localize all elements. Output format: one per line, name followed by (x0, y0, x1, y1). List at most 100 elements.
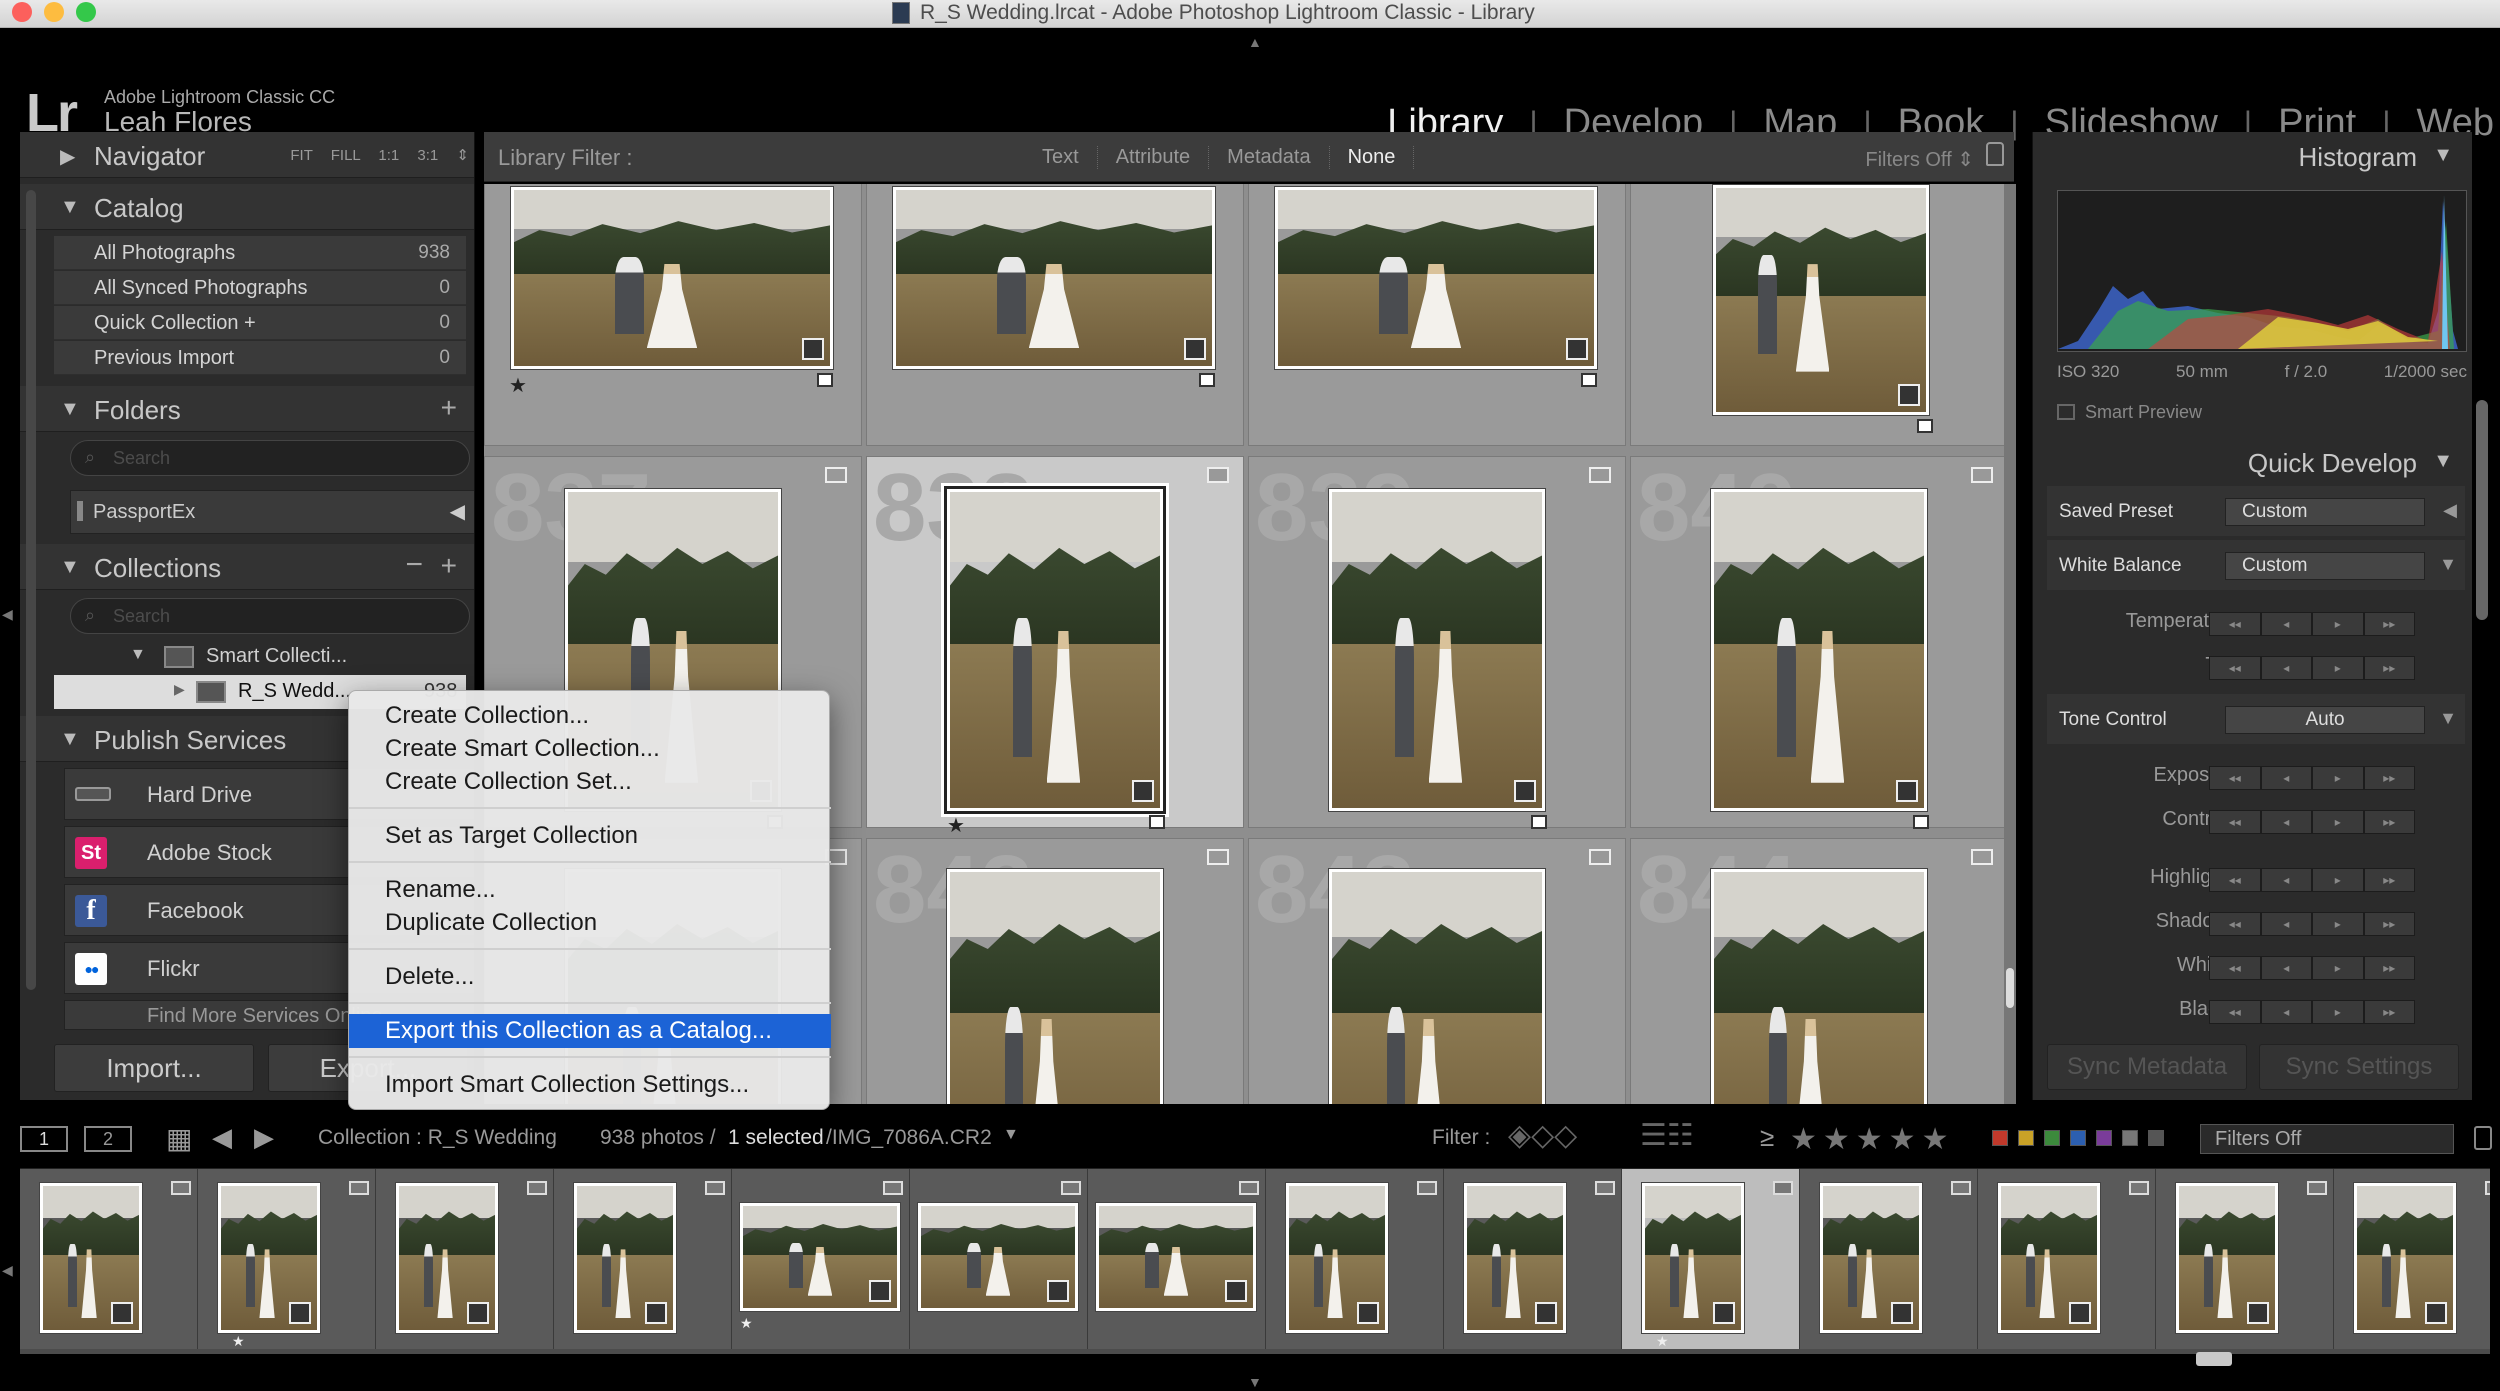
adjustment-step-button[interactable]: ◂◂ (2209, 868, 2261, 892)
adjustment-step-button[interactable]: ▸▸ (2363, 766, 2415, 790)
quick-collection-badge-icon[interactable] (527, 1181, 547, 1195)
add-folder-icon[interactable]: + (441, 392, 457, 424)
adjustment-step-button[interactable]: ◂◂ (2209, 656, 2261, 680)
filter-metadata-tab[interactable]: Metadata (1209, 146, 1330, 169)
context-menu-item[interactable]: Duplicate Collection (349, 906, 831, 940)
smart-preview-checkbox[interactable] (2057, 404, 2075, 420)
develop-edit-icon[interactable] (289, 1302, 311, 1324)
star-rating-icon[interactable]: ★ (232, 1333, 245, 1350)
quick-collection-badge-icon[interactable] (1595, 1181, 1615, 1195)
filmstrip-scroll-thumb[interactable] (2196, 1352, 2232, 1366)
photo-thumbnail[interactable] (947, 869, 1163, 1104)
develop-edit-icon[interactable] (1047, 1280, 1069, 1302)
grid-cell[interactable]: 840 (1630, 454, 2008, 829)
quick-collection-marker-icon[interactable] (1917, 419, 1933, 433)
quick-collection-badge-icon[interactable] (1971, 849, 1993, 865)
filmstrip-thumbnail[interactable] (2354, 1183, 2456, 1333)
catalog-item-quick-collection[interactable]: Quick Collection + 0 (54, 306, 466, 340)
collapse-triangle-icon[interactable]: ▼ (2439, 708, 2457, 729)
context-menu-item[interactable]: Import Smart Collection Settings... (349, 1068, 831, 1102)
quick-collection-marker-icon[interactable] (1913, 815, 1929, 829)
filter-text-tab[interactable]: Text (1024, 146, 1098, 169)
develop-edit-icon[interactable] (1713, 1302, 1735, 1324)
filmstrip-thumbnail[interactable] (396, 1183, 498, 1333)
adjustment-step-button[interactable]: ▸▸ (2363, 912, 2415, 936)
quick-collection-badge-icon[interactable] (1773, 1181, 1793, 1195)
collapse-triangle-icon[interactable]: ▼ (60, 728, 80, 751)
collapse-triangle-icon[interactable]: ▼ (2433, 450, 2453, 473)
photo-thumbnail[interactable] (1329, 869, 1545, 1104)
photo-thumbnail[interactable] (1275, 187, 1597, 369)
adjustment-step-button[interactable]: ◂◂ (2209, 1000, 2261, 1024)
filmstrip-cell[interactable] (1444, 1169, 1622, 1349)
left-panel-toggle-icon[interactable]: ◀ (2, 606, 13, 623)
top-panel-toggle-icon[interactable]: ▲ (1248, 34, 1262, 50)
photo-thumbnail[interactable] (1713, 185, 1929, 415)
expand-triangle-icon[interactable]: ▼ (130, 646, 146, 664)
adjustment-step-button[interactable]: ◂ (2260, 868, 2312, 892)
expand-triangle-icon[interactable]: ▶ (60, 144, 75, 169)
quick-collection-badge-icon[interactable] (1417, 1181, 1437, 1195)
grid-cell[interactable]: 839 (1248, 454, 1626, 829)
filmstrip-thumbnail[interactable] (1642, 1183, 1744, 1333)
star-rating-icon[interactable]: ★ (1656, 1333, 1669, 1350)
develop-edit-icon[interactable] (645, 1302, 667, 1324)
navigator-header[interactable]: ▶ Navigator FIT FILL 1:1 3:1 ⇕ (20, 132, 474, 178)
quick-collection-marker-icon[interactable] (1149, 815, 1165, 829)
grid-scrollbar-thumb[interactable] (2006, 968, 2014, 1008)
filmstrip-cell[interactable] (1088, 1169, 1266, 1349)
adjustment-step-button[interactable]: ▸▸ (2363, 1000, 2415, 1024)
context-menu-item[interactable]: Export this Collection as a Catalog... (349, 1014, 831, 1048)
adjustment-step-button[interactable]: ▸▸ (2363, 810, 2415, 834)
filmstrip-cell[interactable] (554, 1169, 732, 1349)
grid-cell[interactable] (866, 184, 1244, 446)
quick-collection-marker-icon[interactable] (1531, 815, 1547, 829)
develop-edit-icon[interactable] (2425, 1302, 2447, 1324)
filmstrip-cell[interactable] (1266, 1169, 1444, 1349)
color-label-swatch[interactable] (2096, 1130, 2112, 1146)
quick-collection-badge-icon[interactable] (1971, 467, 1993, 483)
filmstrip-cell[interactable] (376, 1169, 554, 1349)
filmstrip-cell[interactable] (2156, 1169, 2334, 1349)
adjustment-step-button[interactable]: ◂ (2260, 612, 2312, 636)
develop-edit-icon[interactable] (1132, 780, 1154, 802)
saved-preset-dropdown[interactable]: Custom (2225, 498, 2425, 526)
collapse-triangle-icon[interactable]: ▼ (60, 196, 80, 219)
adjustment-step-button[interactable]: ◂◂ (2209, 810, 2261, 834)
second-screen-button[interactable]: 2 (84, 1126, 132, 1152)
grid-cell[interactable]: ★ (484, 184, 862, 446)
photo-thumbnail[interactable] (1329, 489, 1545, 811)
right-panel-scrollbar[interactable] (2476, 400, 2488, 620)
context-menu-item[interactable]: Create Collection... (349, 699, 831, 733)
filmstrip-cell[interactable]: ★ (198, 1169, 376, 1349)
adjustment-step-button[interactable]: ▸▸ (2363, 656, 2415, 680)
filmstrip-thumbnail[interactable] (574, 1183, 676, 1333)
volume-triangle-icon[interactable]: ◀ (450, 499, 465, 524)
filmstrip-thumbnail[interactable] (40, 1183, 142, 1333)
develop-edit-icon[interactable] (1514, 780, 1536, 802)
quick-collection-badge-icon[interactable] (171, 1181, 191, 1195)
adjustment-step-button[interactable]: ◂◂ (2209, 766, 2261, 790)
photo-thumbnail[interactable] (511, 187, 833, 369)
edit-filter-icons[interactable]: ☰☷ (1640, 1118, 1694, 1153)
filmstrip-thumbnail[interactable] (218, 1183, 320, 1333)
quick-collection-badge-icon[interactable] (1207, 849, 1229, 865)
quick-collection-badge-icon[interactable] (883, 1181, 903, 1195)
filmstrip-filter-dropdown[interactable]: Filters Off (2200, 1124, 2454, 1154)
adjustment-step-button[interactable]: ◂ (2260, 1000, 2312, 1024)
filter-lock-icon[interactable] (2474, 1126, 2492, 1150)
back-arrow-icon[interactable]: ◀ (212, 1122, 232, 1153)
chevron-down-icon[interactable]: ▼ (1003, 1126, 1019, 1144)
grid-cell[interactable]: 838★ (866, 454, 1244, 837)
develop-edit-icon[interactable] (1184, 338, 1206, 360)
volume-passportex[interactable]: PassportEx ◀ (70, 490, 474, 534)
histogram-header[interactable]: Histogram ▼ (2033, 132, 2472, 178)
catalog-header[interactable]: ▼ Catalog (20, 184, 474, 230)
color-label-swatch[interactable] (2018, 1130, 2034, 1146)
filmstrip-left-toggle-icon[interactable]: ◀ (2, 1262, 13, 1279)
adjustment-step-button[interactable]: ◂ (2260, 810, 2312, 834)
grid-scrollbar[interactable] (2004, 184, 2016, 1104)
add-collection-icon[interactable]: + (441, 550, 457, 582)
develop-edit-icon[interactable] (1566, 338, 1588, 360)
star-rating-icon[interactable]: ★ (509, 373, 527, 398)
